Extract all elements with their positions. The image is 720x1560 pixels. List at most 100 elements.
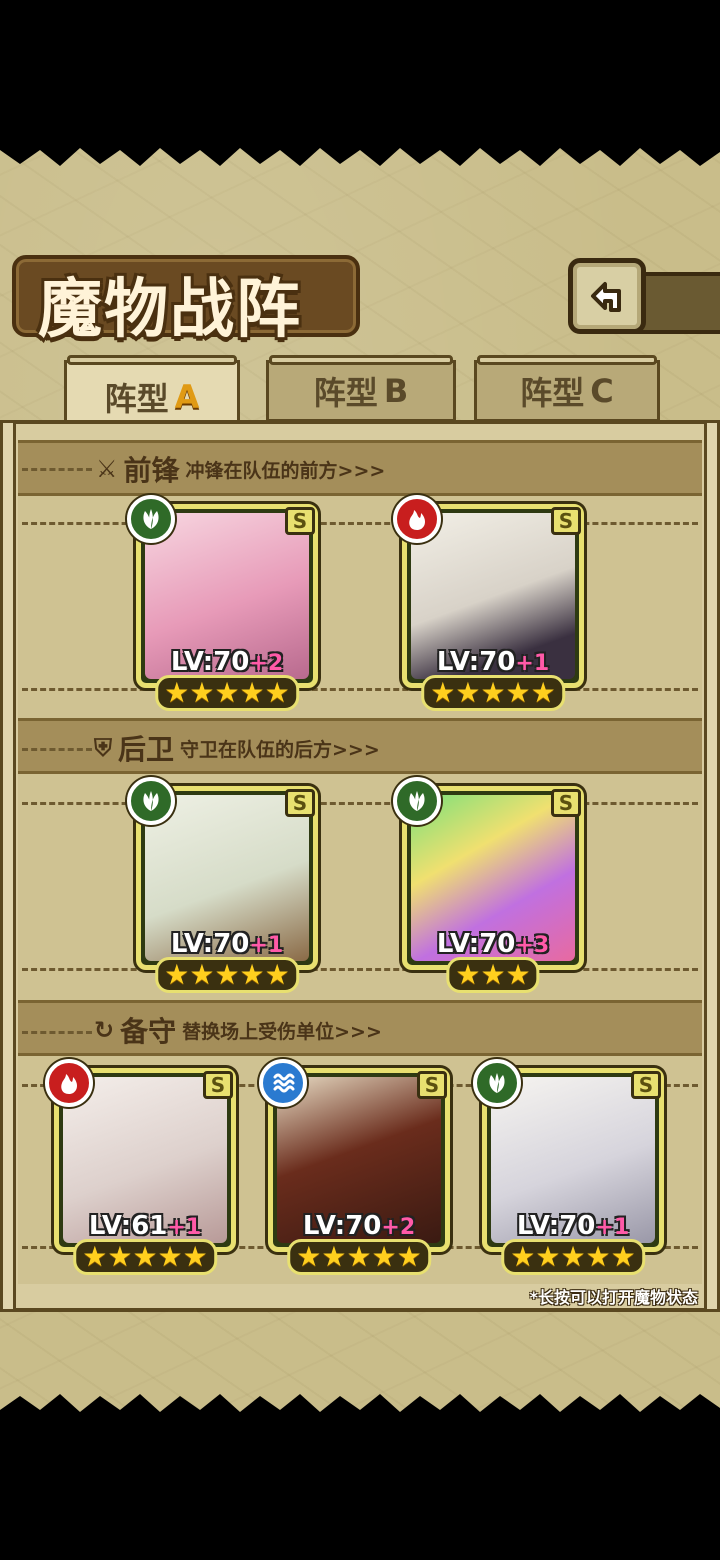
divider — [22, 748, 92, 751]
star-icon: ★ — [264, 676, 290, 709]
fire-icon — [409, 510, 425, 530]
shield-icon: ⛨ — [94, 734, 112, 762]
page-title: 魔物战阵 — [38, 272, 302, 347]
star-rating: ★ ★ ★ ★ ★ — [73, 1239, 217, 1275]
divider — [22, 968, 698, 971]
divider — [22, 1031, 92, 1034]
star-icon: ★ — [430, 676, 456, 709]
element-icon — [45, 1059, 93, 1107]
back-button[interactable] — [568, 258, 646, 334]
section-title: 前锋 — [123, 454, 180, 487]
section-front-header: ⚔ 前锋 冲锋在队伍的前方>>> — [96, 449, 385, 489]
section-description: 守卫在队伍的后方>>> — [180, 738, 380, 761]
monster-card[interactable]: S LV:61+1 ★ ★ ★ ★ ★ — [45, 1059, 236, 1275]
rank-badge: S — [417, 1071, 447, 1099]
level-label: LV:61+1 — [88, 1211, 202, 1241]
star-rating: ★ ★ ★ — [446, 957, 540, 993]
section-back-header: ⛨ 后卫 守卫在队伍的后方>>> — [94, 728, 380, 768]
star-icon: ★ — [189, 676, 215, 709]
rank-badge: S — [203, 1071, 233, 1099]
star-icon: ★ — [530, 676, 556, 709]
rank-badge: S — [551, 789, 581, 817]
frame-post-left — [0, 420, 16, 1312]
divider — [22, 522, 698, 525]
star-icon: ★ — [296, 1240, 322, 1273]
leaf-icon — [143, 791, 159, 811]
leaf-icon — [143, 509, 159, 529]
torn-edge-bottom — [0, 1394, 720, 1418]
rank-badge: S — [285, 507, 315, 535]
fire-icon — [61, 1074, 77, 1094]
swap-icon: ↻ — [94, 1016, 115, 1044]
monster-card[interactable]: S LV:70+1 ★ ★ ★ ★ ★ — [127, 777, 318, 993]
star-icon: ★ — [214, 958, 240, 991]
element-icon — [127, 495, 175, 543]
level-label: LV:70+2 — [302, 1211, 416, 1241]
torn-edge-top — [0, 142, 720, 166]
divider — [22, 688, 698, 691]
level-label: LV:70+2 — [170, 647, 284, 677]
leaf-icon — [489, 1073, 505, 1093]
tab-letter: C — [590, 372, 614, 410]
star-icon: ★ — [480, 958, 506, 991]
tab-formation-b[interactable]: 阵型 B — [266, 355, 456, 422]
section-title: 后卫 — [118, 733, 175, 766]
star-icon: ★ — [132, 1240, 158, 1273]
section-title: 备守 — [120, 1015, 177, 1048]
star-rating: ★ ★ ★ ★ ★ — [421, 675, 565, 711]
star-icon: ★ — [107, 1240, 133, 1273]
rank-badge: S — [285, 789, 315, 817]
star-icon: ★ — [480, 676, 506, 709]
tab-cap — [67, 355, 237, 365]
section-description: 替换场上受伤单位>>> — [182, 1020, 382, 1043]
level-label: LV:70+1 — [516, 1211, 630, 1241]
bottom-letterbox — [0, 1418, 720, 1560]
rank-badge: S — [631, 1071, 661, 1099]
section-description: 冲锋在队伍的前方>>> — [185, 459, 386, 482]
star-icon: ★ — [610, 1240, 636, 1273]
section-reserve-header: ↻ 备守 替换场上受伤单位>>> — [94, 1010, 382, 1050]
water-icon — [273, 1073, 295, 1093]
level-label: LV:70+1 — [436, 647, 550, 677]
star-icon: ★ — [239, 958, 265, 991]
star-icon: ★ — [321, 1240, 347, 1273]
star-icon: ★ — [239, 676, 265, 709]
tab-label: 阵型 — [104, 379, 169, 418]
star-icon: ★ — [157, 1240, 183, 1273]
frame-post-right — [704, 420, 720, 1312]
element-icon — [259, 1059, 307, 1107]
long-press-hint: *长按可以打开魔物状态 — [529, 1288, 698, 1307]
level-label: LV:70+1 — [170, 929, 284, 959]
rank-badge: S — [551, 507, 581, 535]
star-icon: ★ — [182, 1240, 208, 1273]
tab-formation-c[interactable]: 阵型 C — [474, 355, 660, 422]
leaf-icon — [409, 791, 425, 811]
element-icon — [393, 777, 441, 825]
divider — [22, 802, 698, 805]
star-icon: ★ — [510, 1240, 536, 1273]
monster-card[interactable]: S LV:70+2 ★ ★ ★ ★ ★ — [127, 495, 318, 711]
tab-label: 阵型 — [313, 374, 378, 412]
monster-card[interactable]: S LV:70+1 ★ ★ ★ ★ ★ — [393, 495, 584, 711]
element-icon — [393, 495, 441, 543]
star-icon: ★ — [505, 676, 531, 709]
star-rating: ★ ★ ★ ★ ★ — [155, 957, 299, 993]
monster-card[interactable]: S LV:70+3 ★ ★ ★ — [393, 777, 584, 993]
monster-card[interactable]: S LV:70+2 ★ ★ ★ ★ ★ — [259, 1059, 450, 1275]
star-icon: ★ — [264, 958, 290, 991]
star-icon: ★ — [82, 1240, 108, 1273]
star-icon: ★ — [396, 1240, 422, 1273]
level-label: LV:70+3 — [436, 929, 550, 959]
star-icon: ★ — [214, 676, 240, 709]
star-icon: ★ — [164, 958, 190, 991]
sword-icon: ⚔ — [96, 455, 118, 483]
star-icon: ★ — [585, 1240, 611, 1273]
tab-letter: A — [174, 377, 200, 416]
element-icon — [127, 777, 175, 825]
star-icon: ★ — [455, 958, 481, 991]
star-icon: ★ — [455, 676, 481, 709]
star-rating: ★ ★ ★ ★ ★ — [155, 675, 299, 711]
star-icon: ★ — [346, 1240, 372, 1273]
monster-card[interactable]: S LV:70+1 ★ ★ ★ ★ ★ — [473, 1059, 664, 1275]
star-rating: ★ ★ ★ ★ ★ — [501, 1239, 645, 1275]
